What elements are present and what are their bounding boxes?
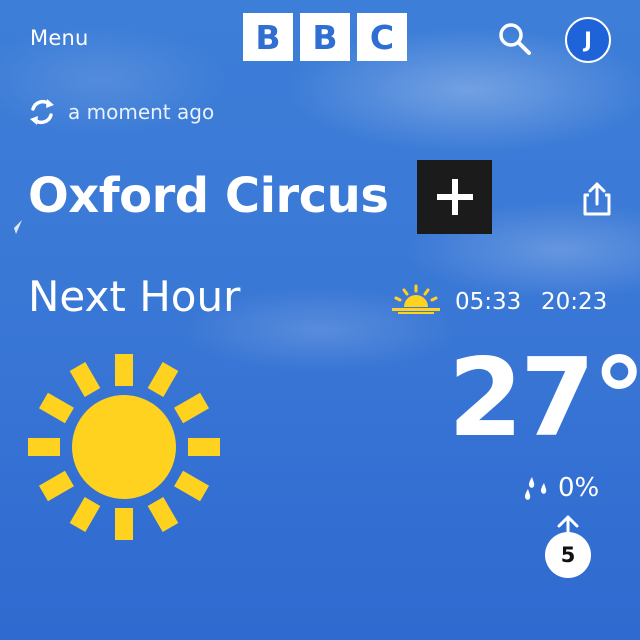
account-avatar[interactable]: J [565, 17, 611, 63]
precipitation-value: 0% [558, 473, 600, 503]
raindrops-icon [520, 474, 552, 502]
plus-icon [436, 179, 473, 215]
last-updated-row: a moment ago [28, 98, 214, 126]
sunrise-time: 05:33 [455, 289, 522, 315]
logo-letter-3: C [357, 13, 407, 61]
location-title: Oxford Circus [28, 168, 389, 224]
last-updated-text: a moment ago [68, 100, 215, 124]
sunny-icon [24, 350, 224, 550]
wind-indicator: 5 [540, 512, 596, 578]
wind-speed-badge: 5 [545, 532, 591, 578]
refresh-icon[interactable] [28, 98, 56, 126]
logo-letter-2: B [300, 13, 350, 61]
location-arrow-icon [6, 218, 24, 236]
bbc-logo[interactable]: B B C [243, 13, 411, 61]
temperature-value: 27° [448, 336, 640, 461]
logo-letter-1: B [243, 13, 293, 61]
sunset-time: 20:23 [541, 289, 608, 315]
add-location-button[interactable] [417, 160, 492, 234]
menu-button[interactable]: Menu [30, 26, 88, 50]
precipitation-row: 0% [520, 473, 599, 503]
share-icon[interactable] [578, 180, 616, 218]
search-icon[interactable] [496, 20, 534, 58]
wind-direction-arrow-icon [557, 515, 579, 534]
account-initial: J [584, 28, 592, 52]
sunrise-icon [390, 283, 442, 315]
forecast-period-label: Next Hour [28, 272, 241, 321]
